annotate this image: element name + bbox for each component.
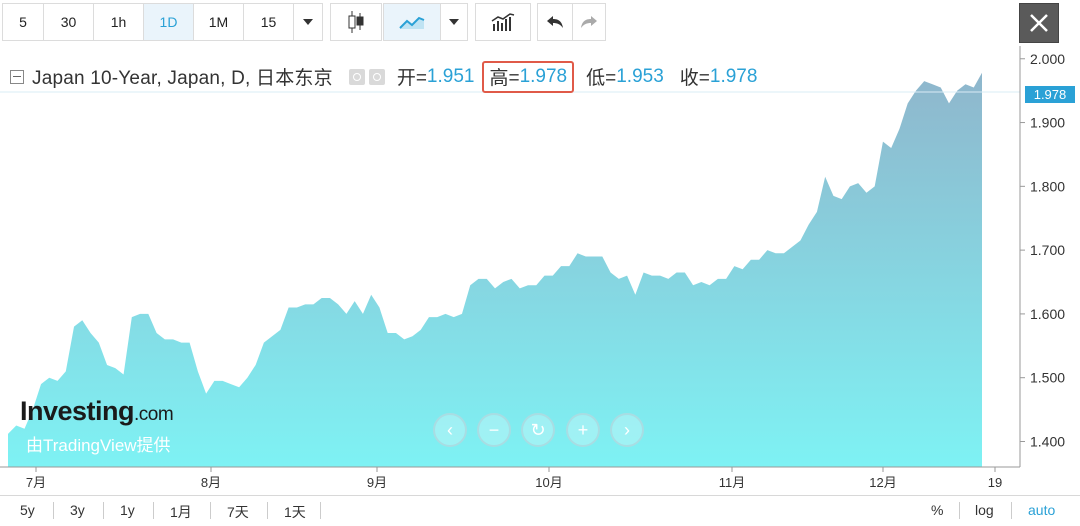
toolbar: 5 30 1h 1D 1M 15 <box>0 0 1080 46</box>
log-scale-button[interactable]: log <box>975 502 994 518</box>
divider <box>320 502 321 519</box>
y-tick-label: 2.000 <box>1030 51 1065 67</box>
area-chart-button[interactable] <box>383 3 441 41</box>
redo-icon <box>581 16 597 28</box>
y-tick-label: 1.600 <box>1030 306 1065 322</box>
high-value: 高= 1.978 <box>482 60 575 93</box>
range-1m-button[interactable]: 1月 <box>170 502 192 522</box>
zoom-in-button[interactable]: + <box>566 413 600 447</box>
tradingview-credit: 由TradingView提供 <box>26 436 171 455</box>
investing-logo: Investing.com <box>20 396 174 426</box>
indicators-icon <box>491 13 515 31</box>
divider <box>153 502 154 519</box>
interval-30-button[interactable]: 30 <box>43 3 94 41</box>
close-button[interactable] <box>1019 3 1059 43</box>
x-tick-label: 11月 <box>719 475 746 490</box>
bottom-bar: 5y 3y 1y 1月 7天 1天 % log auto <box>0 495 1080 526</box>
interval-5-button[interactable]: 5 <box>2 3 44 41</box>
divider <box>210 502 211 519</box>
range-5y-button[interactable]: 5y <box>20 502 35 518</box>
chevron-down-icon <box>449 19 459 25</box>
divider <box>103 502 104 519</box>
x-tick-label: 10月 <box>535 475 562 490</box>
visibility-icon[interactable] <box>348 68 365 85</box>
chart-type-dropdown-button[interactable] <box>440 3 468 41</box>
divider <box>1011 502 1012 519</box>
auto-scale-button[interactable]: auto <box>1028 502 1055 518</box>
interval-1h-button[interactable]: 1h <box>93 3 144 41</box>
interval-1d-button[interactable]: 1D <box>143 3 194 41</box>
scroll-right-button[interactable]: › <box>610 413 644 447</box>
divider <box>53 502 54 519</box>
x-tick-label: 9月 <box>367 475 387 490</box>
x-tick-label: 7月 <box>26 475 46 490</box>
close-icon <box>1030 14 1048 32</box>
percent-scale-button[interactable]: % <box>931 502 943 518</box>
plus-icon: + <box>577 419 589 440</box>
indicators-button[interactable] <box>475 3 531 41</box>
chevron-right-icon: › <box>624 419 630 440</box>
divider <box>267 502 268 519</box>
scroll-left-button[interactable]: ‹ <box>433 413 467 447</box>
range-1d-button[interactable]: 1天 <box>284 502 306 522</box>
settings-icon[interactable] <box>368 68 385 85</box>
divider <box>959 502 960 519</box>
range-3y-button[interactable]: 3y <box>70 502 85 518</box>
redo-button[interactable] <box>572 3 606 41</box>
chevron-left-icon: ‹ <box>447 419 453 440</box>
zoom-out-button[interactable]: − <box>477 413 511 447</box>
undo-button[interactable] <box>537 3 573 41</box>
symbol-title: Japan 10-Year, Japan, D, 日本东京 <box>32 68 333 89</box>
x-tick-label: 8月 <box>201 475 221 490</box>
interval-dropdown-button[interactable] <box>293 3 323 41</box>
refresh-icon: ↻ <box>530 419 546 440</box>
minus-icon: − <box>488 419 500 440</box>
x-tick-label: 19 <box>988 475 1002 490</box>
reset-button[interactable]: ↻ <box>521 413 555 447</box>
y-tick-label: 1.500 <box>1030 370 1065 386</box>
y-tick-label: 1.400 <box>1030 433 1065 449</box>
interval-1m-button[interactable]: 1M <box>193 3 244 41</box>
chevron-down-icon <box>303 19 313 25</box>
y-tick-label: 1.800 <box>1030 178 1065 194</box>
area-chart-icon <box>399 16 425 29</box>
open-value: 开= 1.951 <box>396 65 475 90</box>
range-7d-button[interactable]: 7天 <box>227 502 249 522</box>
undo-icon <box>547 16 563 28</box>
y-tick-label: 1.700 <box>1030 242 1065 258</box>
last-price-tag: 1.978 <box>1025 86 1075 103</box>
collapse-icon[interactable] <box>10 69 24 84</box>
x-tick-label: 12月 <box>869 475 896 490</box>
low-value: 低= 1.953 <box>586 65 664 90</box>
close-value: 收= 1.978 <box>679 65 758 90</box>
range-1y-button[interactable]: 1y <box>120 502 135 518</box>
y-tick-label: 1.900 <box>1030 115 1065 131</box>
candlestick-button[interactable] <box>330 3 382 41</box>
interval-15-button[interactable]: 15 <box>243 3 294 41</box>
legend-row: Japan 10-Year, Japan, D, 日本东京 开= 1.951 高=… <box>0 60 757 93</box>
candlestick-icon <box>348 11 364 33</box>
